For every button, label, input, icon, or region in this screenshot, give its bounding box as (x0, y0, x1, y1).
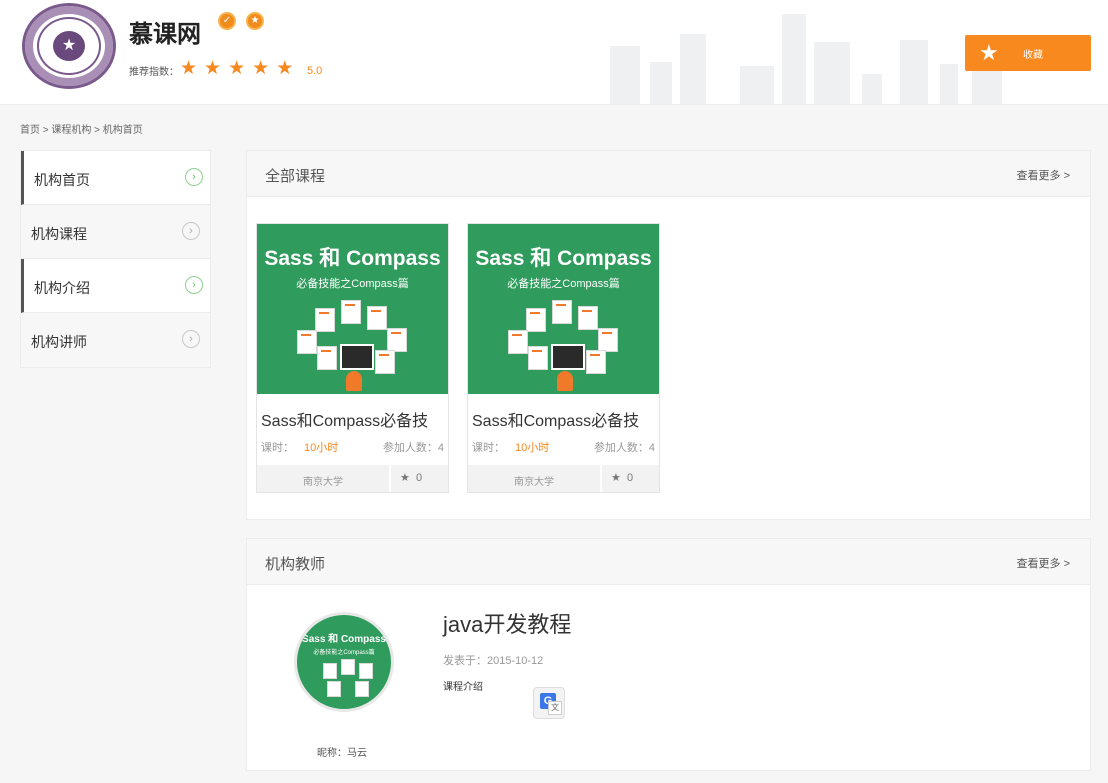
favorite-count[interactable]: ★ 0 (611, 471, 633, 484)
teachers-panel-header: 机构教师 查看更多 > (247, 539, 1090, 585)
courses-panel-header: 全部课程 查看更多 > (247, 151, 1090, 197)
favorite-count-value: 0 (627, 472, 634, 484)
course-meta: 课时： 10小时 参加人数：4 (472, 439, 655, 455)
skyline-decoration (600, 12, 1020, 104)
favorite-button[interactable]: ★ 收藏 (965, 35, 1091, 71)
sidebar: 机构首页 › 机构课程 › 机构介绍 › 机构讲师 › (20, 150, 211, 368)
gold-badge-icon: ✓ (218, 12, 238, 34)
monitor-icon (551, 344, 585, 370)
organization-name: 慕课网 (129, 21, 201, 48)
favorite-count[interactable]: ★ 0 (400, 471, 422, 484)
teachers-panel-title: 机构教师 (265, 556, 326, 573)
thumbnail-title: Sass 和 Compass (475, 247, 652, 270)
translate-icon[interactable]: G 文 (533, 687, 565, 719)
course-title[interactable]: Sass和Compass必备技 (472, 407, 639, 431)
star-icon: ★ (204, 58, 222, 79)
school-name: 南京大学 (303, 477, 343, 488)
course-intro-label: 课程介绍 (443, 682, 483, 693)
school-name: 南京大学 (514, 477, 554, 488)
chevron-right-icon: › (185, 276, 203, 294)
hours-label: 课时： (261, 442, 294, 454)
course-card[interactable]: Sass 和 Compass 必备技能之Compass篇 Sass和Compas… (467, 223, 660, 493)
thumbnail-subtitle: 必备技能之Compass篇 (296, 278, 409, 290)
award-ribbon-icon: ★ (246, 12, 266, 34)
sidebar-item-courses[interactable]: 机构课程 › (21, 205, 210, 259)
avatar-title: Sass 和 Compass (302, 634, 386, 645)
sidebar-item-label: 机构介绍 (34, 280, 90, 296)
avatar-subtitle: 必备技能之Compass篇 (313, 650, 375, 656)
teachers-panel: 机构教师 查看更多 > Sass 和 Compass 必备技能之Compass篇… (246, 538, 1091, 771)
rating-label: 推荐指数： (129, 67, 179, 78)
star-icon: ★ (252, 58, 270, 79)
star-icon: ★ (228, 58, 246, 79)
course-card[interactable]: Sass 和 Compass 必备技能之Compass篇 Sass和Compas… (256, 223, 449, 493)
sidebar-item-teachers[interactable]: 机构讲师 › (21, 313, 210, 367)
star-icon: ★ (400, 472, 410, 484)
thumbnail-title: Sass 和 Compass (264, 247, 441, 270)
rating-stars: ★ ★ ★ ★ ★ (180, 59, 293, 79)
monitor-icon (340, 344, 374, 370)
chevron-right-icon: › (182, 222, 200, 240)
learner-count: 参加人数：4 (382, 442, 444, 454)
chevron-right-icon: › (182, 330, 200, 348)
hours-value: 10小时 (304, 442, 339, 454)
person-icon (346, 371, 362, 391)
learner-count: 参加人数：4 (593, 442, 655, 454)
course-meta: 课时： 10小时 参加人数：4 (261, 439, 444, 455)
course-card-footer: 南京大学 ★ 0 (257, 465, 448, 492)
teachers-more-link[interactable]: 查看更多 > (1017, 555, 1070, 571)
university-logo: ★ (22, 3, 116, 89)
teacher-avatar[interactable]: Sass 和 Compass 必备技能之Compass篇 (294, 612, 394, 712)
publish-date: 发表于：2015-10-12 (443, 655, 544, 667)
rating-value: 5.0 (307, 65, 323, 77)
course-thumbnail[interactable]: Sass 和 Compass 必备技能之Compass篇 (257, 224, 448, 394)
favorite-button-label: 收藏 (1023, 50, 1043, 61)
sidebar-item-home[interactable]: 机构首页 › (21, 151, 210, 205)
hours-label: 课时： (472, 442, 505, 454)
courses-panel: 全部课程 查看更多 > Sass 和 Compass 必备技能之Compass篇… (246, 150, 1091, 520)
courses-more-link[interactable]: 查看更多 > (1017, 167, 1070, 183)
breadcrumb[interactable]: 首页 > 课程机构 > 机构首页 (20, 121, 143, 136)
sidebar-item-label: 机构讲师 (31, 334, 87, 350)
sidebar-item-intro[interactable]: 机构介绍 › (21, 259, 210, 313)
sidebar-item-label: 机构课程 (31, 226, 87, 242)
course-thumbnail[interactable]: Sass 和 Compass 必备技能之Compass篇 (468, 224, 659, 394)
star-icon: ★ (276, 58, 294, 79)
person-icon (557, 371, 573, 391)
course-title[interactable]: Sass和Compass必备技 (261, 407, 428, 431)
courses-panel-title: 全部课程 (265, 168, 326, 185)
logo-star-icon: ★ (53, 31, 85, 61)
thumbnail-subtitle: 必备技能之Compass篇 (507, 278, 620, 290)
star-icon: ★ (611, 472, 621, 484)
star-icon: ★ (180, 58, 198, 79)
chevron-right-icon: › (185, 168, 203, 186)
hours-value: 10小时 (515, 442, 550, 454)
favorite-count-value: 0 (416, 472, 423, 484)
course-card-footer: 南京大学 ★ 0 (468, 465, 659, 492)
teacher-course-name[interactable]: java开发教程 (443, 607, 571, 639)
sidebar-item-label: 机构首页 (34, 172, 90, 188)
star-icon: ★ (979, 40, 999, 65)
page-header: ★ 慕课网 ✓ ★ 推荐指数： ★ ★ ★ ★ ★ 5.0 ★ 收藏 (0, 0, 1108, 105)
teacher-nickname: 昵称：马云 (317, 748, 367, 759)
